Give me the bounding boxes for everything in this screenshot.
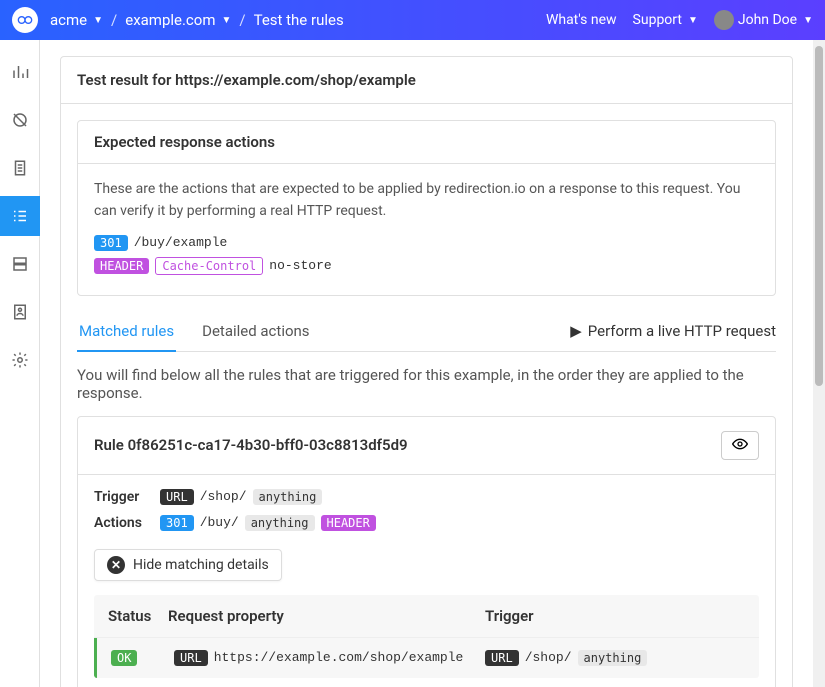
sidebar-analytics-icon[interactable] xyxy=(0,52,40,92)
sidebar-rules-icon[interactable] xyxy=(0,196,40,236)
breadcrumb-domain[interactable]: example.com▼ xyxy=(125,11,231,29)
rule-card: Rule 0f86251c-ca17-4b30-bff0-03c8813df5d… xyxy=(77,416,776,687)
top-header: acme▼ / example.com▼ / Test the rules Wh… xyxy=(0,0,825,40)
sidebar-user-icon[interactable] xyxy=(0,292,40,332)
chevron-down-icon: ▼ xyxy=(688,15,698,26)
tab-detailed-actions[interactable]: Detailed actions xyxy=(200,312,311,350)
avatar xyxy=(714,10,734,30)
chevron-down-icon: ▼ xyxy=(221,15,231,26)
scrollbar-thumb[interactable] xyxy=(815,46,823,386)
chevron-down-icon: ▼ xyxy=(93,15,103,26)
anything-badge: anything xyxy=(245,515,315,531)
expected-card: Expected response actions These are the … xyxy=(77,120,776,296)
trigger-path: /shop/ xyxy=(200,489,247,504)
property-value: https://example.com/shop/example xyxy=(214,650,464,665)
scrollbar[interactable] xyxy=(813,40,825,687)
whats-new-link[interactable]: What's new xyxy=(546,12,617,28)
action-path: /buy/ xyxy=(200,515,239,530)
table-row: OK URL https://example.com/shop/example … xyxy=(94,638,759,678)
main-content: Test result for https://example.com/shop… xyxy=(40,40,813,687)
trigger-path: /shop/ xyxy=(525,650,572,665)
chevron-down-icon: ▼ xyxy=(803,15,813,26)
sidebar-settings-icon[interactable] xyxy=(0,340,40,380)
result-card: Test result for https://example.com/shop… xyxy=(60,56,793,687)
sidebar-server-icon[interactable] xyxy=(0,244,40,284)
th-property: Request property xyxy=(168,607,485,625)
breadcrumb-org[interactable]: acme▼ xyxy=(50,11,103,29)
trigger-label: Trigger xyxy=(94,489,150,505)
anything-badge: anything xyxy=(578,650,648,666)
redirect-path: /buy/example xyxy=(134,235,228,250)
ok-badge: OK xyxy=(111,650,137,666)
hide-details-button[interactable]: ✕ Hide matching details xyxy=(94,549,282,581)
th-status: Status xyxy=(108,607,168,625)
anything-badge: anything xyxy=(253,489,323,505)
expected-title: Expected response actions xyxy=(78,121,775,164)
header-badge: HEADER xyxy=(94,258,149,274)
sidebar-target-icon[interactable] xyxy=(0,100,40,140)
status-301-badge: 301 xyxy=(94,235,128,251)
tab-matched-rules[interactable]: Matched rules xyxy=(77,312,176,352)
url-badge: URL xyxy=(160,489,194,505)
header-action: HEADER Cache-Control no-store xyxy=(94,257,759,275)
header-value: no-store xyxy=(269,258,331,273)
actions-label: Actions xyxy=(94,515,150,531)
close-icon: ✕ xyxy=(107,556,125,574)
rules-note: You will find below all the rules that a… xyxy=(77,366,776,402)
play-icon: ▶ xyxy=(570,322,582,340)
tabs: Matched rules Detailed actions ▶Perform … xyxy=(77,312,776,352)
expected-description: These are the actions that are expected … xyxy=(94,178,759,223)
header-badge: HEADER xyxy=(321,515,376,531)
logo-icon[interactable] xyxy=(12,7,38,33)
sidebar-document-icon[interactable] xyxy=(0,148,40,188)
url-badge: URL xyxy=(174,650,208,666)
url-badge: URL xyxy=(485,650,519,666)
rule-title: Rule 0f86251c-ca17-4b30-bff0-03c8813df5d… xyxy=(94,436,408,454)
view-rule-button[interactable] xyxy=(721,431,759,460)
matching-table: Status Request property Trigger OK URL h… xyxy=(94,595,759,678)
status-301-badge: 301 xyxy=(160,515,194,531)
breadcrumb: acme▼ / example.com▼ / Test the rules xyxy=(50,11,344,29)
redirect-action: 301 /buy/example xyxy=(94,235,759,251)
eye-icon xyxy=(732,436,748,452)
result-title: Test result for https://example.com/shop… xyxy=(61,57,792,104)
th-trigger: Trigger xyxy=(485,607,745,625)
user-menu[interactable]: John Doe▼ xyxy=(714,10,813,30)
sidebar xyxy=(0,40,40,687)
perform-live-request-button[interactable]: ▶Perform a live HTTP request xyxy=(570,312,776,350)
breadcrumb-page: Test the rules xyxy=(254,11,344,29)
support-link[interactable]: Support▼ xyxy=(633,12,698,28)
header-name-badge: Cache-Control xyxy=(155,257,263,275)
